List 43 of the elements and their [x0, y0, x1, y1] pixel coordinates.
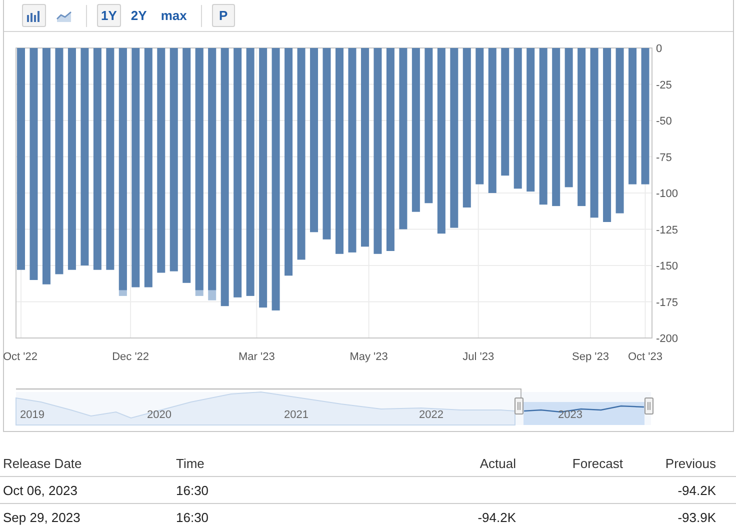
- x-axis-label: Dec '22: [112, 351, 150, 363]
- table-cell-text: Oct 06, 2023: [3, 482, 78, 498]
- range-button[interactable]: max: [156, 4, 191, 27]
- table-cell-text: -93.9K: [676, 510, 716, 524]
- year-label: 2020: [147, 409, 172, 421]
- y-axis-label: -75: [656, 152, 672, 164]
- year-label: 2023: [558, 409, 582, 421]
- year-label: 2022: [419, 409, 444, 421]
- table-cell-text: Sep 29, 2023: [3, 510, 82, 524]
- year-label: 2021: [284, 409, 308, 421]
- y-axis-label: -50: [656, 116, 672, 128]
- y-axis-label: -100: [656, 188, 678, 200]
- x-axis-label: Oct '23: [628, 351, 663, 363]
- x-axis-label: Oct '22: [3, 351, 38, 363]
- year-label: 2019: [20, 409, 44, 421]
- range-selection[interactable]: [524, 402, 644, 425]
- line-chart-icon: [56, 8, 72, 22]
- column-header: Actual: [478, 456, 516, 470]
- column-header: Time: [176, 456, 206, 470]
- table-cell-text: 16:30: [176, 482, 210, 498]
- table-cell-text: 16:30: [176, 510, 210, 524]
- range-handle[interactable]: [514, 398, 524, 414]
- bar-chart-button[interactable]: [22, 4, 46, 27]
- table-cell-text: -94.2K: [476, 510, 516, 524]
- y-axis-label: -125: [656, 224, 678, 236]
- y-axis-label: 0: [656, 43, 662, 55]
- x-axis-label: May '23: [350, 351, 388, 363]
- range-button[interactable]: 1Y: [97, 4, 121, 27]
- table-cell-text: -94.2K: [676, 482, 716, 498]
- column-header: Forecast: [571, 456, 623, 470]
- range-handle[interactable]: [644, 398, 654, 414]
- range-button[interactable]: 2Y: [126, 4, 151, 27]
- x-axis-label: Jul '23: [462, 351, 494, 363]
- column-header: Release Date: [3, 456, 83, 470]
- x-axis-label: Sep '23: [572, 351, 609, 363]
- y-axis-label: -200: [656, 333, 678, 345]
- column-header: Previous: [664, 456, 716, 470]
- x-axis-label: Mar '23: [238, 351, 275, 363]
- y-axis-label: -150: [656, 260, 678, 272]
- print-button[interactable]: P: [212, 4, 235, 27]
- y-axis-label: -25: [656, 79, 672, 92]
- bar-chart-icon: [26, 8, 42, 22]
- y-axis-label: -175: [656, 296, 678, 309]
